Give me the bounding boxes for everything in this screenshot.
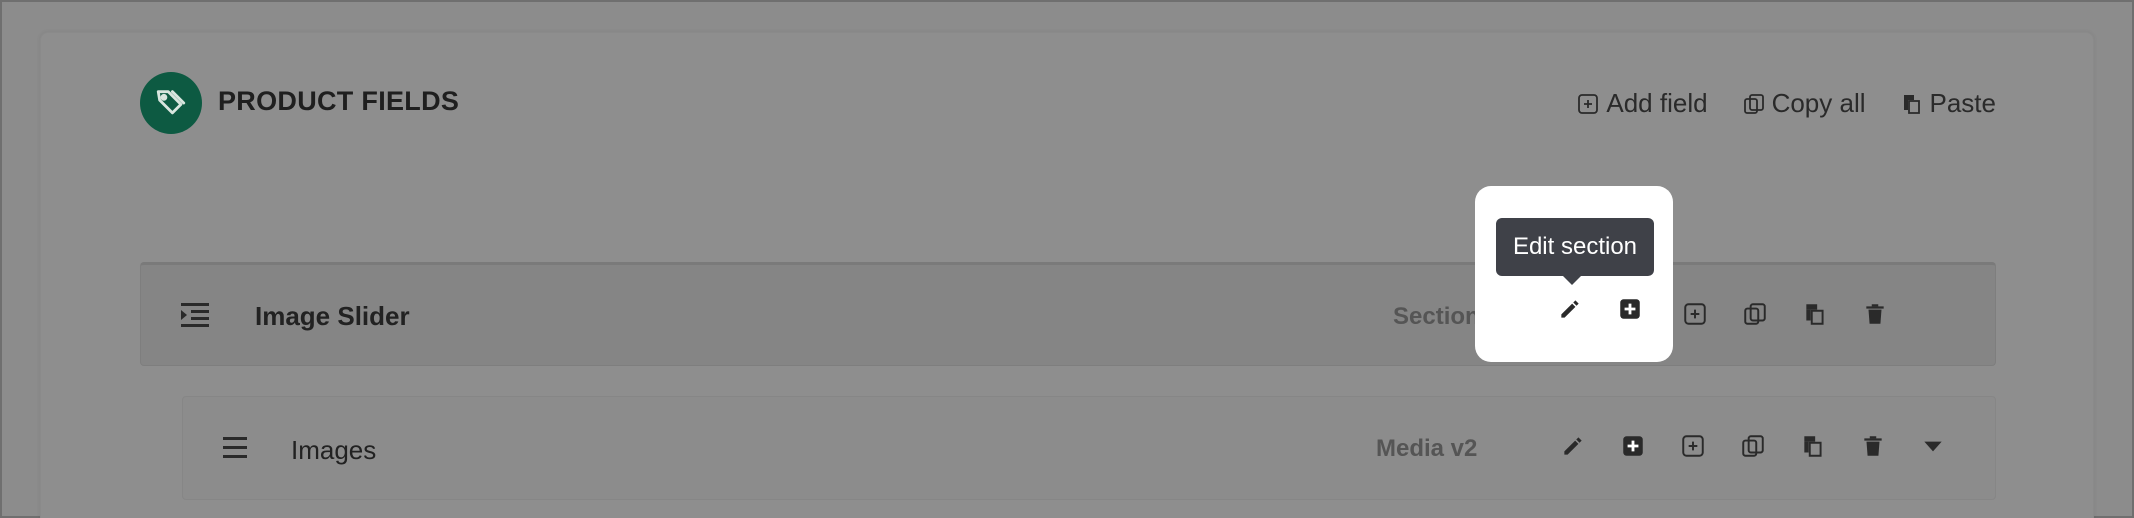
add-child-button[interactable]	[1603, 433, 1663, 459]
delete-icon-button[interactable]	[1843, 433, 1903, 459]
add-icon-button[interactable]	[1665, 301, 1725, 327]
section-icons	[1665, 301, 1905, 327]
pencil-icon	[1564, 437, 1582, 455]
caret-down-icon	[1924, 441, 1942, 452]
field-icons	[1543, 433, 1963, 459]
edit-section-button[interactable]	[1557, 296, 1583, 327]
add-field-label: Add field	[1606, 88, 1708, 118]
add-child-button[interactable]	[1617, 296, 1643, 327]
delete-icon-button[interactable]	[1845, 301, 1905, 327]
copy-icon	[1743, 93, 1764, 114]
paste-icon	[1806, 304, 1824, 325]
copy-icon-button[interactable]	[1723, 433, 1783, 459]
section-label: Image Slider	[255, 301, 410, 331]
copy-all-button[interactable]: Copy all	[1742, 88, 1866, 119]
paste-icon	[1804, 436, 1822, 457]
drag-handle-icon[interactable]	[223, 437, 247, 464]
paste-icon-button[interactable]	[1783, 433, 1843, 459]
copy-icon-button[interactable]	[1725, 301, 1785, 327]
pencil-icon	[1561, 300, 1579, 318]
edit-field-button[interactable]	[1543, 433, 1603, 459]
tags-icon	[140, 72, 202, 134]
plus-square-icon	[1684, 303, 1706, 325]
add-icon-button[interactable]	[1663, 433, 1723, 459]
paste-icon-button[interactable]	[1785, 301, 1845, 327]
plus-square-filled-icon	[1620, 299, 1640, 319]
trash-icon	[1866, 304, 1884, 324]
paste-label: Paste	[1929, 88, 1997, 118]
section-type: Section	[1393, 303, 1480, 330]
field-label: Images	[291, 435, 377, 465]
plus-square-filled-icon	[1623, 436, 1643, 456]
field-row[interactable]: Images Media v2	[182, 396, 1996, 500]
page-title: PRODUCT FIELDS	[218, 86, 460, 116]
plus-square-icon	[1578, 93, 1599, 114]
field-type: Media v2	[1376, 435, 1478, 462]
header-actions: Add field Copy all Paste	[1576, 88, 1996, 119]
paste-icon	[1903, 94, 1920, 114]
edit-section-tooltip: Edit section	[1496, 218, 1654, 285]
expand-button[interactable]	[1903, 433, 1963, 459]
plus-square-icon	[1682, 435, 1704, 457]
paste-button[interactable]: Paste	[1900, 88, 1997, 119]
trash-icon	[1864, 436, 1882, 456]
copy-all-label: Copy all	[1771, 88, 1866, 118]
copy-icon	[1744, 303, 1766, 325]
copy-icon	[1742, 435, 1764, 457]
section-row[interactable]: Image Slider Section	[140, 262, 1996, 366]
indent-icon	[181, 303, 209, 332]
add-field-button[interactable]: Add field	[1576, 88, 1708, 119]
